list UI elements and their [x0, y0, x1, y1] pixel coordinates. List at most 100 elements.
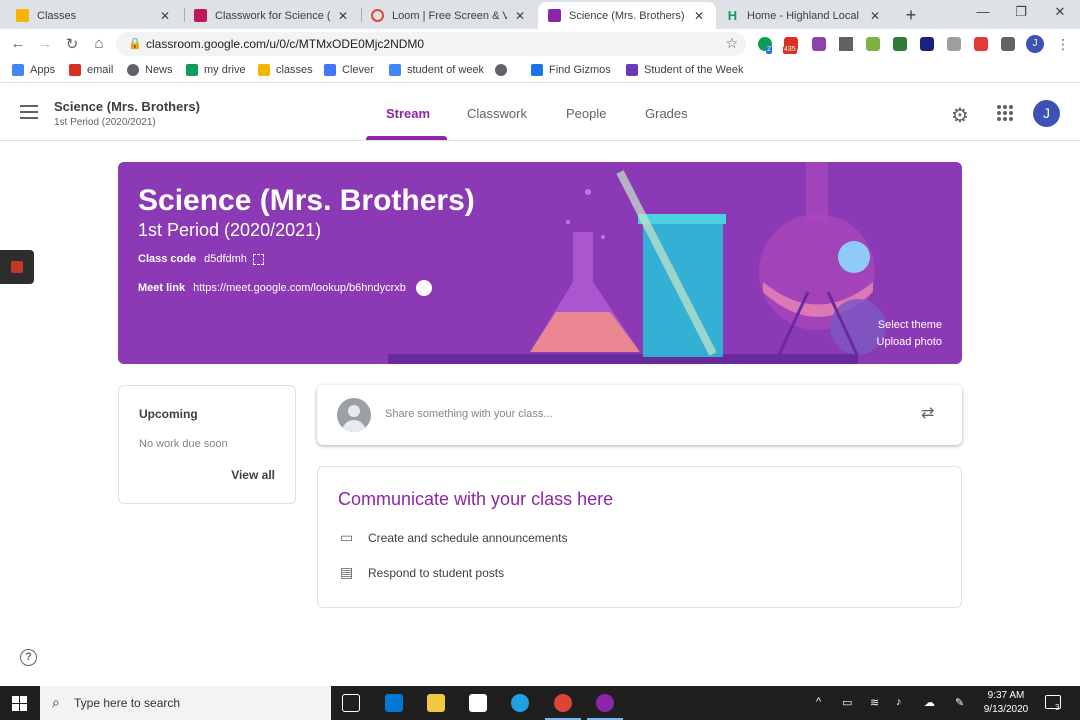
tab-stream[interactable]: Stream: [386, 106, 430, 121]
help-icon[interactable]: ?: [20, 649, 37, 666]
close-icon[interactable]: ✕: [158, 9, 172, 23]
hamburger-menu-icon[interactable]: [20, 105, 38, 123]
upload-photo-link[interactable]: Upload photo: [877, 336, 942, 348]
browser-tab-science-active[interactable]: Science (Mrs. Brothers) 1st ✕: [538, 2, 716, 29]
cast-extension-icon[interactable]: [893, 37, 907, 51]
browser-tab-loom[interactable]: Loom | Free Screen & Video ✕: [361, 2, 537, 29]
active-tab-indicator: [366, 136, 447, 140]
taskbar-search-placeholder[interactable]: Type here to search: [74, 696, 180, 710]
reload-icon[interactable]: ↻: [63, 35, 81, 53]
task-view-icon[interactable]: [342, 694, 360, 712]
screenshot-extension-icon[interactable]: [947, 37, 961, 51]
meet-link-url[interactable]: https://meet.google.com/lookup/b6hndycrx…: [193, 282, 406, 294]
account-avatar[interactable]: J: [1033, 100, 1060, 127]
c-extension-icon[interactable]: [920, 37, 934, 51]
app-icon[interactable]: [596, 694, 614, 712]
tab-people[interactable]: People: [566, 106, 606, 121]
taskbar-clock[interactable]: 9:37 AM 9/13/2020: [980, 689, 1032, 717]
chrome-icon[interactable]: [554, 694, 572, 712]
bookmark-globe[interactable]: [495, 64, 513, 76]
tab-title: Loom | Free Screen & Video: [392, 9, 507, 22]
meet-video-icon[interactable]: [415, 280, 432, 296]
bookmark-star-icon[interactable]: ☆: [725, 35, 738, 52]
bookmark-label: Find Gizmos: [549, 64, 611, 76]
bookmark-find-gizmos[interactable]: Find Gizmos: [531, 64, 611, 76]
omnibox[interactable]: 🔒 classroom.google.com/u/0/c/MTMxODE0Mjc…: [116, 32, 746, 56]
fullscreen-icon[interactable]: [252, 253, 264, 265]
mail-icon[interactable]: [385, 694, 403, 712]
restore-icon[interactable]: ❐: [1011, 4, 1031, 20]
comment-icon: ▤: [340, 564, 354, 580]
store-icon[interactable]: [469, 694, 487, 712]
class-code-label: Class code: [138, 253, 197, 265]
edge-icon[interactable]: [511, 694, 529, 712]
class-code-row: Class code d5dfdmh: [138, 253, 264, 265]
extension-icon[interactable]: [866, 37, 880, 51]
home-icon[interactable]: ⌂: [90, 35, 108, 52]
bookmark-news[interactable]: News: [127, 64, 173, 76]
puzzle-extension-icon[interactable]: [812, 37, 826, 51]
taskbar-search-box[interactable]: ⌕ Type here to search: [40, 686, 331, 720]
minimize-icon[interactable]: —: [973, 4, 993, 19]
windows-start-icon[interactable]: [12, 696, 27, 711]
repost-icon[interactable]: ⇄: [921, 403, 934, 423]
volume-icon[interactable]: ♪: [896, 696, 902, 708]
bookmark-label: Apps: [30, 64, 56, 76]
browser-tab-highland[interactable]: H Home - Highland Local Scho ✕: [716, 2, 892, 29]
share-box[interactable]: Share something with your class... ⇄: [317, 385, 962, 445]
classroom-favicon-icon: [194, 9, 207, 22]
globe-icon: [495, 64, 507, 76]
bookmark-student-of-the-week[interactable]: Student of the Week: [626, 64, 743, 76]
classroom-header: Science (Mrs. Brothers) 1st Period (2020…: [0, 87, 1080, 141]
back-arrow-icon[interactable]: ←: [9, 35, 27, 52]
communicate-card: Communicate with your class here ▭ Creat…: [317, 466, 962, 608]
select-theme-link[interactable]: Select theme: [878, 319, 942, 331]
pdf-extension-icon[interactable]: [974, 37, 988, 51]
new-tab-plus-icon[interactable]: +: [902, 5, 920, 26]
share-placeholder[interactable]: Share something with your class...: [385, 408, 553, 420]
battery-icon[interactable]: ▭: [842, 696, 852, 709]
bookmark-student-of-week[interactable]: student of week: [389, 64, 484, 76]
more-menu-icon[interactable]: ⋮: [1056, 36, 1070, 53]
gear-icon[interactable]: ⚙: [951, 103, 969, 128]
bookmark-apps[interactable]: Apps: [12, 64, 55, 76]
banner-subtitle: 1st Period (2020/2021): [138, 220, 322, 240]
forward-arrow-icon[interactable]: →: [36, 35, 54, 52]
view-all-link[interactable]: View all: [231, 468, 275, 482]
profile-avatar[interactable]: J: [1026, 35, 1044, 53]
class-name[interactable]: Science (Mrs. Brothers): [54, 99, 200, 114]
tab-grades[interactable]: Grades: [645, 106, 688, 121]
browser-tab-classwork[interactable]: Classwork for Science (Mrs ✕: [184, 2, 360, 29]
bookmark-clever[interactable]: Clever: [324, 64, 374, 76]
tab-classwork[interactable]: Classwork: [467, 106, 527, 121]
extensions-puzzle-icon[interactable]: [1001, 37, 1015, 51]
window-close-icon[interactable]: ✕: [1050, 4, 1070, 20]
google-apps-icon[interactable]: [997, 105, 1013, 121]
bookmark-my-drive[interactable]: my drive: [186, 64, 246, 76]
wifi-icon[interactable]: ≋: [870, 696, 879, 709]
url-text[interactable]: classroom.google.com/u/0/c/MTMxODE0Mjc2N…: [146, 37, 424, 51]
bookmark-classes[interactable]: classes: [258, 64, 313, 76]
scissors-extension-icon[interactable]: [839, 37, 853, 51]
browser-tab-strip: Classes ✕ Classwork for Science (Mrs ✕ L…: [0, 0, 1080, 29]
class-section: 1st Period (2020/2021): [54, 117, 156, 128]
pen-icon[interactable]: ✎: [955, 696, 964, 709]
close-icon[interactable]: ✕: [513, 9, 527, 23]
bookmark-label: Student of the Week: [644, 64, 744, 76]
extension-badge: 435: [783, 46, 797, 54]
meet-link-row: Meet link https://meet.google.com/lookup…: [138, 280, 432, 296]
address-bar-row: ← → ↻ ⌂ 🔒 classroom.google.com/u/0/c/MTM…: [0, 29, 1080, 59]
upcoming-title: Upcoming: [139, 407, 198, 421]
close-icon[interactable]: ✕: [336, 9, 350, 23]
show-hidden-icons-icon[interactable]: ^: [816, 696, 821, 708]
banner-title: Science (Mrs. Brothers): [138, 184, 475, 217]
browser-tab-classes[interactable]: Classes ✕: [6, 2, 182, 29]
bookmark-email[interactable]: email: [69, 64, 113, 76]
close-icon[interactable]: ✕: [692, 9, 706, 23]
file-explorer-icon[interactable]: [427, 694, 445, 712]
loom-recorder-widget[interactable]: [0, 250, 34, 284]
cloud-icon[interactable]: ☁: [924, 696, 935, 709]
close-icon[interactable]: ✕: [868, 9, 882, 23]
tab-title: Home - Highland Local Scho: [747, 9, 862, 22]
loom-favicon-icon: [371, 9, 384, 22]
